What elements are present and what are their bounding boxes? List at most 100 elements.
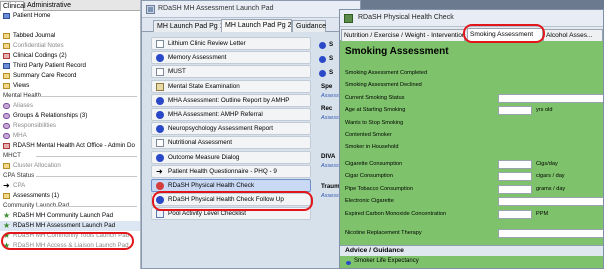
nav-item[interactable]: Clinical Codings (2) — [0, 51, 140, 61]
field-input[interactable] — [498, 229, 603, 238]
field-label: Smoker in Household — [345, 144, 399, 150]
launch-pad-tabs: MH Launch Pad Pg 1 MH Launch Pad Pg 2 Gu… — [142, 18, 360, 33]
nav-item[interactable]: Assessments (1) — [0, 191, 140, 201]
nav-item[interactable]: RDASH Mental Health Act Office - Admin D… — [0, 141, 140, 151]
launch-button-label: MHA Assessment: AMHP Referral — [168, 111, 263, 118]
nav-item[interactable]: Views — [0, 81, 140, 91]
nav-item[interactable]: MHA — [0, 131, 140, 141]
launch-pad-icon — [146, 5, 155, 14]
advice-item-life-expectancy[interactable]: Smoker Life Expectancy — [354, 258, 419, 264]
side-item-label: S — [329, 55, 334, 62]
window-titlebar[interactable]: RDaSH Physical Health Check — [340, 10, 603, 27]
window-title: RDaSH MH Assessment Launch Pad — [158, 5, 274, 12]
nav-item[interactable]: Cluster Allocation — [0, 161, 140, 171]
document-icon — [156, 139, 164, 148]
field-input[interactable] — [498, 185, 532, 194]
field-input[interactable] — [498, 106, 532, 115]
side-item-label: S — [329, 41, 334, 48]
nav-item[interactable]: Third Party Patient Record — [0, 61, 140, 71]
launch-button[interactable]: Mental State Examination — [151, 79, 311, 93]
field-unit: yrs old — [536, 107, 553, 113]
nav-item[interactable]: Confidential Notes — [0, 41, 140, 51]
star-icon: ★ — [3, 211, 11, 220]
tab-nutrition-exercise-weight[interactable]: Nutrition / Exercise / Weight - Interven… — [341, 29, 465, 41]
nav-item[interactable]: ➜ CPA — [0, 181, 140, 191]
field-input[interactable] — [498, 197, 603, 206]
tab-smoking-assessment[interactable]: Smoking Assessment — [467, 28, 543, 42]
nav-item[interactable]: Groups & Relationships (3) — [0, 111, 140, 121]
launch-button-label: Memory Assessment — [168, 54, 227, 62]
nav-item[interactable]: Patient Home — [0, 11, 140, 21]
launch-button[interactable]: MUST — [151, 65, 311, 79]
blue-dot-icon — [156, 125, 164, 134]
tab-clinical[interactable]: Clinical — [0, 1, 26, 11]
nav-item-label: Tabbed Journal — [13, 32, 56, 39]
side-item-label[interactable]: Assess — [321, 163, 339, 169]
side-item-label[interactable]: Assess — [321, 193, 339, 199]
launch-button[interactable]: Neuropsychology Assessment Report — [151, 122, 311, 136]
launch-button[interactable]: MHA Assessment: Outline Report by AMHP — [151, 93, 311, 107]
launch-button[interactable]: RDaSH Physical Health Check — [151, 179, 311, 192]
nav-item[interactable]: Responsibilities — [0, 121, 140, 131]
blue-dot-icon — [156, 196, 164, 205]
navigation-tabs: Clinical Administrative — [0, 0, 140, 11]
field-label: Contented Smoker — [345, 132, 392, 138]
nav-item[interactable]: Summary Care Record — [0, 71, 140, 81]
launch-button-label: Pool Activity Level Checklist — [168, 210, 247, 218]
launch-button-label: MHA Assessment: Outline Report by AMHP — [168, 96, 290, 104]
launch-button-label: Mental State Examination — [168, 82, 240, 90]
launch-button[interactable]: Outcome Measure Dialog — [151, 150, 311, 164]
tab-administrative[interactable]: Administrative — [25, 1, 71, 11]
tab-alcohol-assessment[interactable]: Alcohol Asses... — [543, 29, 603, 41]
side-item-label[interactable]: Assess — [321, 115, 339, 121]
launch-button[interactable]: Pool Activity Level Checklist — [151, 207, 311, 221]
nav-item-label: Assessments (1) — [13, 192, 60, 199]
launch-button[interactable]: Nutritional Assessment — [151, 136, 311, 150]
nav-item-label: CPA — [13, 182, 26, 189]
side-item-label: Rec — [321, 105, 333, 112]
launch-button[interactable]: Memory Assessment — [151, 51, 311, 65]
blue-dot-icon — [156, 111, 164, 119]
nav-item-label: Groups & Relationships (3) — [13, 112, 88, 119]
assessment-launch-pad-window: RDaSH MH Assessment Launch Pad MH Launch… — [141, 0, 361, 269]
side-item-label[interactable]: Assess — [321, 93, 339, 99]
nav-item[interactable]: ★ RDaSH MH Access & Liaison Launch Pad — [0, 241, 140, 251]
tab-launch-pad-pg-1[interactable]: MH Launch Pad Pg 1 — [153, 20, 224, 32]
nav-item[interactable]: Aliases — [0, 101, 140, 111]
launch-button[interactable]: ➜ Patient Health Questionnaire - PHQ - 9 — [151, 164, 311, 178]
nav-item-label: RDaSH MH Community Tools Launch Pad — [13, 232, 130, 239]
views-icon — [3, 83, 10, 89]
tab-guidance[interactable]: Guidance — [292, 20, 326, 32]
nav-item-label: Community Launch Pad — [3, 202, 70, 209]
field-label: Wants to Stop Smoking — [345, 120, 404, 126]
physical-health-check-window: RDaSH Physical Health Check Nutrition / … — [339, 9, 604, 269]
field-input[interactable] — [498, 172, 532, 181]
arrow-icon: ➜ — [156, 166, 163, 176]
field-input[interactable] — [498, 160, 532, 169]
nav-item[interactable]: Tabbed Journal — [0, 31, 140, 41]
field-label: Cigar Consumption — [345, 173, 393, 179]
field-unit: Cigs/day — [536, 161, 558, 167]
field-label: Smoking Assessment Completed — [345, 70, 428, 76]
nav-item[interactable]: ★ RDaSH MH Community Tools Launch Pad — [0, 231, 140, 241]
window-titlebar[interactable]: RDaSH MH Assessment Launch Pad — [142, 1, 360, 18]
tab-launch-pad-pg-2[interactable]: MH Launch Pad Pg 2 — [221, 19, 292, 33]
field-input[interactable] — [498, 210, 532, 219]
mha-icon — [3, 133, 10, 139]
nav-item[interactable]: ★ RDaSH MH Assessment Launch Pad — [0, 221, 140, 231]
alias-icon — [3, 103, 10, 109]
side-item-label: DIVA — [321, 153, 336, 160]
nav-item[interactable]: ★ RDaSH MH Community Launch Pad — [0, 211, 140, 221]
field-input[interactable] — [498, 94, 603, 103]
blue-dot-icon — [156, 54, 164, 63]
document-icon — [156, 40, 164, 48]
cluster-icon — [3, 163, 10, 169]
launch-button[interactable]: RDaSH Physical Health Check Follow Up — [151, 193, 311, 207]
blue-dot-icon — [156, 96, 164, 105]
launch-button[interactable]: MHA Assessment: AMHP Referral — [151, 108, 311, 121]
side-item-label: S — [329, 69, 334, 76]
home-icon — [3, 13, 10, 19]
launch-button[interactable]: Lithium Clinic Review Letter — [151, 37, 311, 50]
field-label: Nicotine Replacement Therapy — [345, 230, 422, 236]
field-unit: grams / day — [536, 186, 566, 192]
